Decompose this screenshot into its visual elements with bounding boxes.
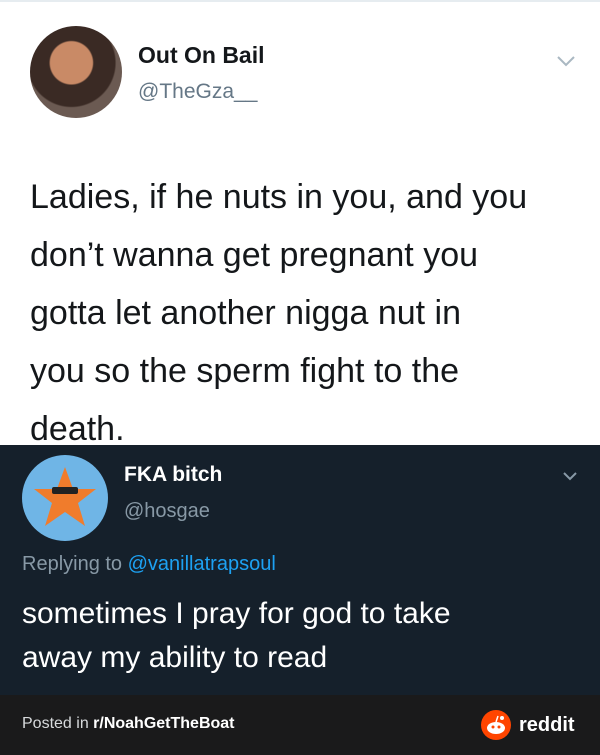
posted-in: Posted in r/NoahGetTheBoat — [22, 715, 235, 733]
starfish-icon — [34, 467, 96, 526]
tweet-line: Ladies, if he nuts in you, and you — [30, 178, 528, 216]
reddit-logo[interactable]: reddit — [481, 709, 575, 741]
reddit-wordmark: reddit — [519, 713, 575, 736]
display-name[interactable]: Out On Bail — [138, 42, 265, 69]
tweet-line: don’t wanna get pregnant you — [30, 236, 479, 274]
chevron-down-icon[interactable] — [562, 470, 578, 482]
tweet-text: Ladies, if he nuts in you, and you don’t… — [30, 168, 590, 458]
tweet-line: you so the sperm fight to the — [30, 352, 460, 390]
avatar[interactable] — [22, 455, 108, 541]
tweet-line: sometimes I pray for god to take — [22, 597, 451, 630]
tweet-text: sometimes I pray for god to take away my… — [22, 592, 592, 680]
tweet-line: away my ability to read — [22, 641, 328, 674]
chevron-down-icon[interactable] — [556, 54, 576, 68]
display-name[interactable]: FKA bitch — [124, 463, 222, 487]
user-handle[interactable]: @TheGza__ — [138, 80, 257, 104]
replying-to: Replying to @vanillatrapsoul — [22, 553, 276, 576]
reddit-alien-icon — [481, 710, 511, 740]
user-handle[interactable]: @hosgae — [124, 500, 210, 523]
replying-handle-link[interactable]: @vanillatrapsoul — [128, 553, 276, 575]
replying-prefix: Replying to — [22, 553, 128, 575]
tweet-line: gotta let another nigga nut in — [30, 294, 461, 332]
avatar[interactable] — [30, 26, 122, 118]
posted-prefix: Posted in — [22, 715, 94, 732]
subreddit-link[interactable]: r/NoahGetTheBoat — [93, 715, 234, 732]
